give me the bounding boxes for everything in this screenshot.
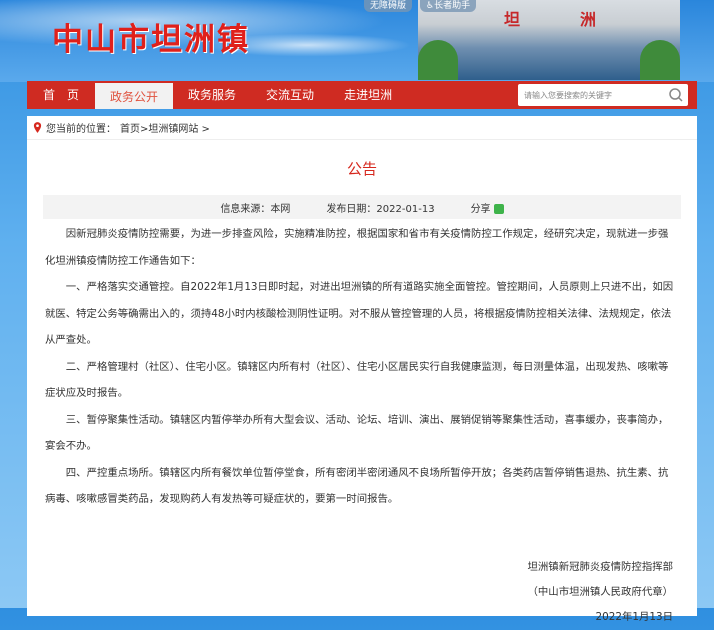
article-title: 公告: [346, 160, 377, 178]
nav-government-services[interactable]: 政务服务: [173, 81, 251, 109]
accessibility-button[interactable]: 无障碍版: [364, 0, 413, 12]
nav-about-tanzhou[interactable]: 走进坦洲: [329, 81, 407, 109]
signature-seal: （中山市坦洲镇人民政府代章）: [527, 585, 673, 598]
article-signature: 坦洲镇新冠肺炎疫情防控指挥部 （中山市坦洲镇人民政府代章） 2022年1月13日: [27, 555, 697, 630]
wechat-share-icon[interactable]: [493, 203, 504, 214]
building-banner-image: 坦 洲: [418, 0, 680, 80]
site-header: 中山市坦洲镇 坦 洲 无障碍版 ♿长者助手: [0, 0, 714, 82]
site-logo[interactable]: 中山市坦洲镇: [52, 14, 250, 59]
signature-date: 2022年1月13日: [595, 610, 673, 623]
elderly-assistant-label: 长者助手: [434, 1, 471, 11]
nav-interaction[interactable]: 交流互动: [251, 81, 329, 109]
article-paragraph: 一、严格落实交通管控。自2022年1月13日即时起，对进出坦洲镇的所有道路实施全…: [45, 281, 674, 346]
building-char: 洲: [580, 10, 597, 29]
article-meta: 信息来源：本网 发布日期：2022-01-13 分享: [43, 195, 681, 219]
article-date: 发布日期：2022-01-13: [326, 203, 435, 215]
tree-image: [640, 40, 680, 80]
search-placeholder: 请输入您要搜索的关键字: [524, 90, 612, 100]
signature-issuer: 坦洲镇新冠肺炎疫情防控指挥部: [527, 560, 673, 573]
article-source: 信息来源：本网: [220, 203, 291, 215]
content-panel: 您当前的位置： 首页>坦洲镇网站 > 公告 信息来源：本网 发布日期：2022-…: [27, 116, 697, 623]
share-label: 分享: [470, 203, 491, 215]
article-paragraph: 因新冠肺炎疫情防控需要，为进一步排查风险，实施精准防控，根据国家和省市有关疫情防…: [45, 228, 669, 267]
main-nav: 首 页 政务公开 政务服务 交流互动 走进坦洲 请输入您要搜索的关键字: [27, 81, 697, 109]
nav-home[interactable]: 首 页: [27, 81, 95, 109]
building-char: 坦: [504, 10, 521, 29]
elderly-assistant-button[interactable]: ♿长者助手: [420, 0, 477, 12]
tree-image: [418, 40, 458, 80]
nav-government-affairs-open[interactable]: 政务公开: [95, 81, 174, 109]
article-body: 因新冠肺炎疫情防控需要，为进一步排查风险，实施精准防控，根据国家和省市有关疫情防…: [27, 221, 697, 513]
article-paragraph: 三、暂停聚集性活动。镇辖区内暂停举办所有大型会议、活动、论坛、培训、演出、展销促…: [45, 413, 669, 453]
breadcrumb: 您当前的位置： 首页>坦洲镇网站 >: [27, 116, 697, 140]
search-icon[interactable]: [666, 87, 688, 103]
article-paragraph: 二、严格管理村（社区）、住宅小区。镇辖区内所有村（社区）、住宅小区居民实行自我健…: [45, 360, 669, 400]
breadcrumb-path[interactable]: 首页>坦洲镇网站 >: [120, 120, 210, 135]
search-input[interactable]: 请输入您要搜索的关键字: [518, 84, 688, 106]
article-paragraph: 四、严控重点场所。镇辖区内所有餐饮单位暂停堂食，所有密闭半密闭通风不良场所暂停开…: [45, 466, 669, 506]
location-pin-icon: [33, 122, 42, 133]
breadcrumb-prefix: 您当前的位置：: [46, 124, 116, 135]
